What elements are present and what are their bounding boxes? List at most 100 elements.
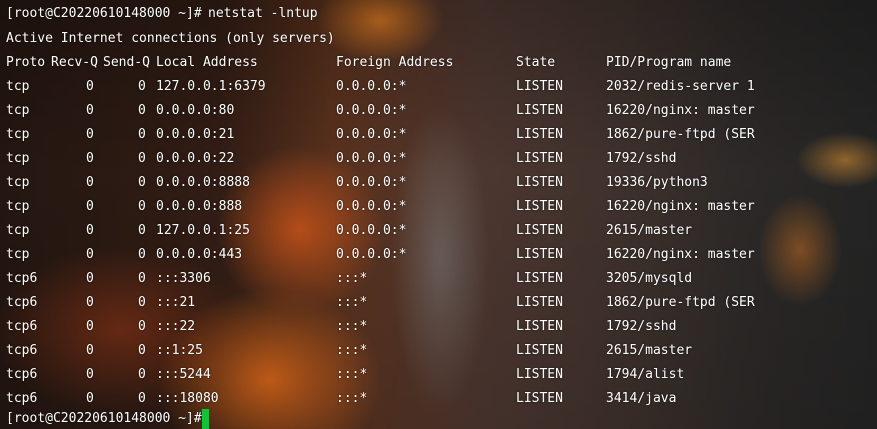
cell-foreign: 0.0.0.0:* <box>336 151 407 166</box>
shell-prompt: [root@C20220610148000 ~]# <box>6 6 202 21</box>
cell-state: LISTEN <box>516 247 563 262</box>
cell-foreign: 0.0.0.0:* <box>336 79 407 94</box>
terminal-window[interactable]: [root@C20220610148000 ~]# netstat -lntup… <box>0 0 877 429</box>
cell-pid: 2032/redis-server 1 <box>606 79 755 94</box>
cell-proto: tcp6 <box>6 367 38 382</box>
text-cursor <box>202 409 209 429</box>
cell-local: :::3306 <box>156 271 211 286</box>
cell-recvq: 0 <box>86 367 94 382</box>
cell-recvq: 0 <box>86 223 94 238</box>
cell-foreign: 0.0.0.0:* <box>336 175 407 190</box>
cell-state: LISTEN <box>516 151 563 166</box>
cell-recvq: 0 <box>86 127 94 142</box>
cell-recvq: 0 <box>86 343 94 358</box>
cell-local: 0.0.0.0:888 <box>156 199 243 214</box>
cell-sendq: 0 <box>138 103 146 118</box>
command-text: netstat -lntup <box>208 6 318 21</box>
column-header-pid: PID/Program name <box>606 55 732 70</box>
cell-state: LISTEN <box>516 223 563 238</box>
cell-proto: tcp <box>6 223 30 238</box>
cell-local: 0.0.0.0:443 <box>156 247 243 262</box>
cell-recvq: 0 <box>86 271 94 286</box>
cell-proto: tcp <box>6 79 30 94</box>
cell-sendq: 0 <box>138 247 146 262</box>
cell-state: LISTEN <box>516 79 563 94</box>
cell-recvq: 0 <box>86 247 94 262</box>
prompt-line[interactable]: [root@C20220610148000 ~]# <box>0 407 202 429</box>
cell-local: 127.0.0.1:25 <box>156 223 250 238</box>
heading-text: Active Internet connections (only server… <box>6 31 335 46</box>
cell-state: LISTEN <box>516 127 563 142</box>
column-header-foreign: Foreign Address <box>336 55 454 70</box>
cell-local: :::21 <box>156 295 196 310</box>
cell-proto: tcp <box>6 151 30 166</box>
column-header-recvq: Recv-Q <box>51 55 98 70</box>
cell-state: LISTEN <box>516 367 563 382</box>
cell-pid: 3205/mysqld <box>606 271 693 286</box>
cell-pid: 1862/pure-ftpd (SER <box>606 127 755 142</box>
cell-sendq: 0 <box>138 127 146 142</box>
cell-pid: 16220/nginx: master <box>606 103 755 118</box>
cell-sendq: 0 <box>138 343 146 358</box>
cell-pid: 19336/python3 <box>606 175 708 190</box>
cell-proto: tcp6 <box>6 343 38 358</box>
cell-state: LISTEN <box>516 343 563 358</box>
cell-pid: 1792/sshd <box>606 151 677 166</box>
cell-local: :::22 <box>156 319 196 334</box>
cell-foreign: 0.0.0.0:* <box>336 103 407 118</box>
cell-sendq: 0 <box>138 367 146 382</box>
cell-recvq: 0 <box>86 151 94 166</box>
cell-recvq: 0 <box>86 175 94 190</box>
cell-state: LISTEN <box>516 295 563 310</box>
cell-foreign: :::* <box>336 391 368 406</box>
cell-state: LISTEN <box>516 199 563 214</box>
command-line: [root@C20220610148000 ~]# netstat -lntup <box>0 2 318 26</box>
cell-pid: 2615/master <box>606 343 693 358</box>
cell-state: LISTEN <box>516 103 563 118</box>
cell-state: LISTEN <box>516 175 563 190</box>
cell-foreign: :::* <box>336 271 368 286</box>
cell-proto: tcp <box>6 103 30 118</box>
cell-recvq: 0 <box>86 79 94 94</box>
cell-recvq: 0 <box>86 199 94 214</box>
cell-pid: 1862/pure-ftpd (SER <box>606 295 755 310</box>
cell-sendq: 0 <box>138 223 146 238</box>
cell-pid: 3414/java <box>606 391 677 406</box>
cell-state: LISTEN <box>516 271 563 286</box>
cell-foreign: 0.0.0.0:* <box>336 247 407 262</box>
cell-proto: tcp <box>6 127 30 142</box>
cell-proto: tcp <box>6 175 30 190</box>
cell-foreign: 0.0.0.0:* <box>336 199 407 214</box>
cell-proto: tcp6 <box>6 295 38 310</box>
cell-foreign: :::* <box>336 295 368 310</box>
cell-pid: 16220/nginx: master <box>606 247 755 262</box>
cell-pid: 16220/nginx: master <box>606 199 755 214</box>
cell-proto: tcp6 <box>6 271 38 286</box>
cell-local: :::5244 <box>156 367 211 382</box>
cell-sendq: 0 <box>138 151 146 166</box>
column-header-state: State <box>516 55 556 70</box>
cell-sendq: 0 <box>138 199 146 214</box>
cell-recvq: 0 <box>86 295 94 310</box>
cell-sendq: 0 <box>138 295 146 310</box>
cell-proto: tcp <box>6 199 30 214</box>
cell-sendq: 0 <box>138 79 146 94</box>
column-header-row: Proto Recv-Q Send-Q Local Address Foreig… <box>0 51 731 75</box>
column-header-local: Local Address <box>156 55 258 70</box>
cell-local: ::1:25 <box>156 343 203 358</box>
cell-local: 0.0.0.0:22 <box>156 151 235 166</box>
cell-local: 0.0.0.0:8888 <box>156 175 250 190</box>
cell-state: LISTEN <box>516 319 563 334</box>
cell-proto: tcp <box>6 247 30 262</box>
cell-sendq: 0 <box>138 175 146 190</box>
output-heading: Active Internet connections (only server… <box>0 27 335 51</box>
cell-foreign: :::* <box>336 367 368 382</box>
cell-sendq: 0 <box>138 271 146 286</box>
shell-prompt: [root@C20220610148000 ~]# <box>6 411 202 426</box>
column-header-sendq: Send-Q <box>103 55 150 70</box>
cell-recvq: 0 <box>86 103 94 118</box>
cell-recvq: 0 <box>86 319 94 334</box>
cell-foreign: :::* <box>336 343 368 358</box>
cell-foreign: 0.0.0.0:* <box>336 127 407 142</box>
cell-foreign: 0.0.0.0:* <box>336 223 407 238</box>
